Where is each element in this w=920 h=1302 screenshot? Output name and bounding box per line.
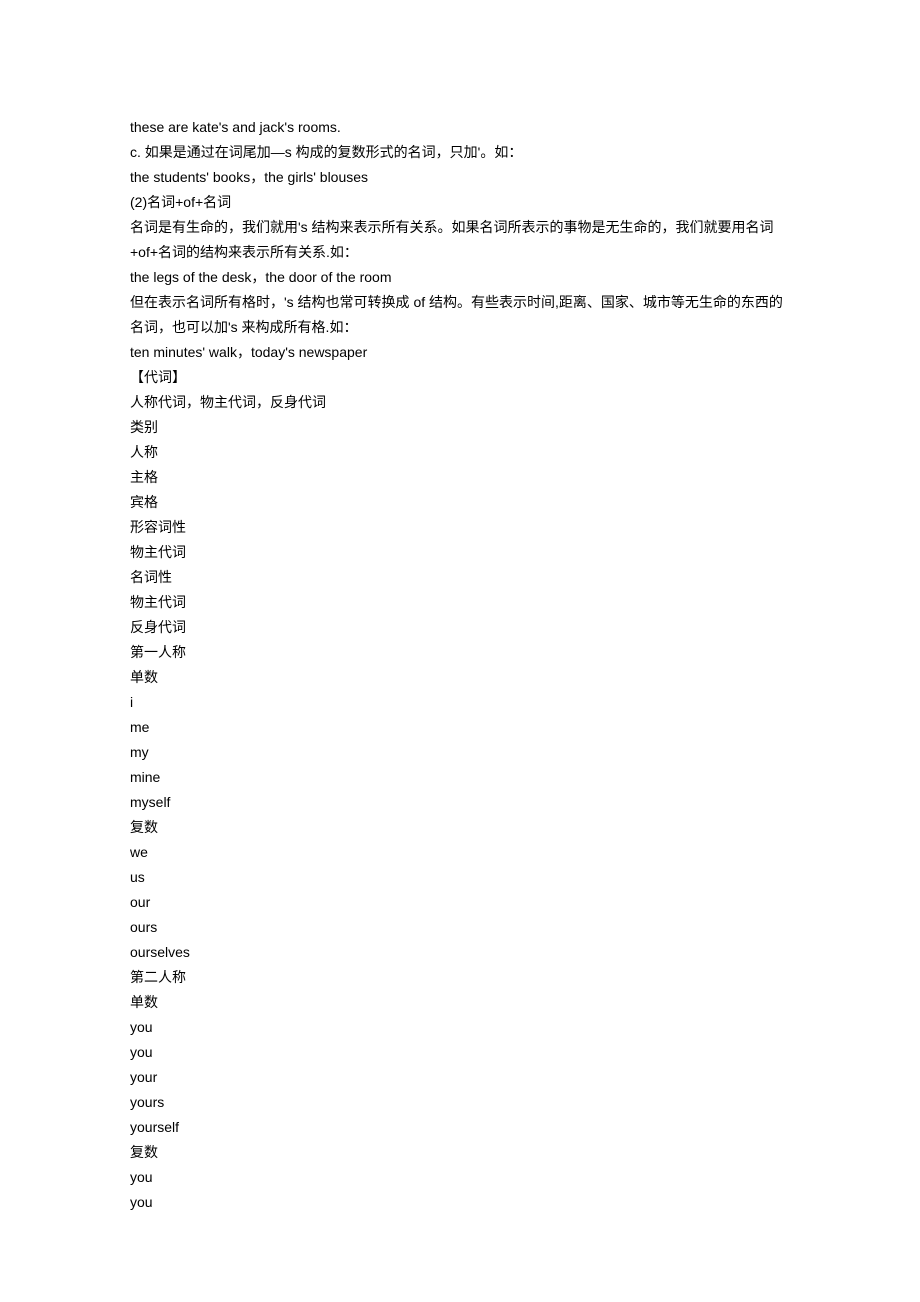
text-line: (2)名词+of+名词 — [130, 190, 790, 215]
text-line: myself — [130, 790, 790, 815]
text-line: 宾格 — [130, 490, 790, 515]
text-line: my — [130, 740, 790, 765]
text-line: your — [130, 1065, 790, 1090]
text-line: 复数 — [130, 815, 790, 840]
text-line: us — [130, 865, 790, 890]
text-line: c. 如果是通过在词尾加—s 构成的复数形式的名词，只加'。如： — [130, 140, 790, 165]
text-line: the students' books，the girls' blouses — [130, 165, 790, 190]
text-line: ours — [130, 915, 790, 940]
text-line: these are kate's and jack's rooms. — [130, 115, 790, 140]
text-line: 第一人称 — [130, 640, 790, 665]
text-line: yours — [130, 1090, 790, 1115]
text-line: 形容词性 — [130, 515, 790, 540]
text-line: 但在表示名词所有格时，'s 结构也常可转换成 of 结构。有些表示时间,距离、国… — [130, 290, 790, 340]
text-line: the legs of the desk，the door of the roo… — [130, 265, 790, 290]
text-line: 反身代词 — [130, 615, 790, 640]
text-line: i — [130, 690, 790, 715]
text-line: you — [130, 1165, 790, 1190]
text-line: 【代词】 — [130, 365, 790, 390]
text-line: 物主代词 — [130, 540, 790, 565]
text-line: 单数 — [130, 990, 790, 1015]
text-line: you — [130, 1190, 790, 1215]
text-line: 人称代词，物主代词，反身代词 — [130, 390, 790, 415]
text-line: 类别 — [130, 415, 790, 440]
text-line: our — [130, 890, 790, 915]
text-line: 人称 — [130, 440, 790, 465]
text-line: you — [130, 1015, 790, 1040]
text-line: me — [130, 715, 790, 740]
text-line: yourself — [130, 1115, 790, 1140]
text-line: 主格 — [130, 465, 790, 490]
text-line: 名词性 — [130, 565, 790, 590]
text-line: ourselves — [130, 940, 790, 965]
text-line: you — [130, 1040, 790, 1065]
text-line: 第二人称 — [130, 965, 790, 990]
text-line: mine — [130, 765, 790, 790]
text-line: 物主代词 — [130, 590, 790, 615]
text-line: 名词是有生命的，我们就用's 结构来表示所有关系。如果名词所表示的事物是无生命的… — [130, 215, 790, 265]
document-page: these are kate's and jack's rooms. c. 如果… — [0, 0, 920, 1302]
text-line: 复数 — [130, 1140, 790, 1165]
text-line: ten minutes' walk，today's newspaper — [130, 340, 790, 365]
text-line: 单数 — [130, 665, 790, 690]
text-line: we — [130, 840, 790, 865]
